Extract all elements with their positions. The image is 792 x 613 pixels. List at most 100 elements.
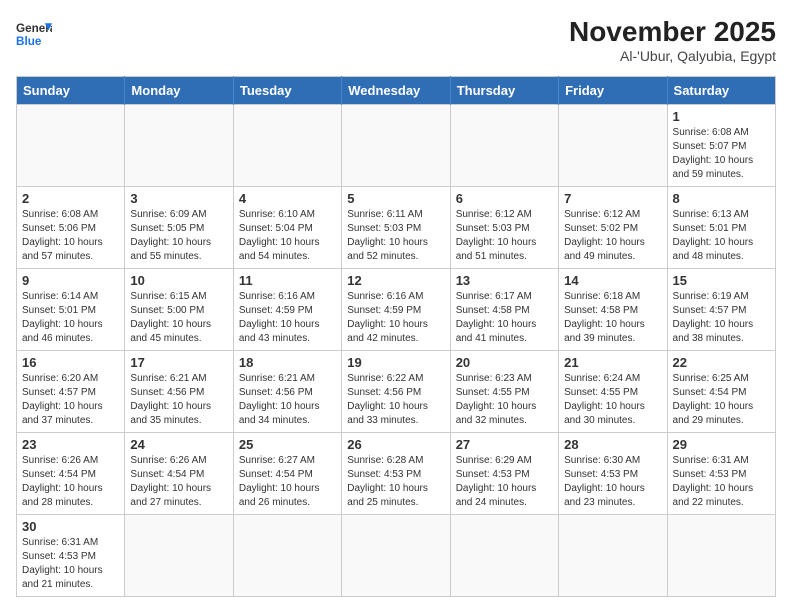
- day-number: 25: [239, 437, 336, 452]
- weekday-tuesday: Tuesday: [233, 77, 341, 105]
- day-number: 24: [130, 437, 227, 452]
- day-info: Sunrise: 6:28 AM Sunset: 4:53 PM Dayligh…: [347, 454, 444, 510]
- day-number: 15: [673, 273, 770, 288]
- day-number: 14: [564, 273, 661, 288]
- calendar-body: 1Sunrise: 6:08 AM Sunset: 5:07 PM Daylig…: [17, 105, 776, 597]
- day-number: 7: [564, 191, 661, 206]
- calendar-week-0: 1Sunrise: 6:08 AM Sunset: 5:07 PM Daylig…: [17, 105, 776, 187]
- calendar-cell: 13 Sunrise: 6:17 AM Sunset: 4:58 PM Dayli…: [450, 269, 558, 351]
- calendar-cell: [125, 515, 233, 597]
- calendar-week-4: 23 Sunrise: 6:26 AM Sunset: 4:54 PM Dayli…: [17, 433, 776, 515]
- calendar-cell: [450, 515, 558, 597]
- calendar-table: SundayMondayTuesdayWednesdayThursdayFrid…: [16, 76, 776, 597]
- calendar-cell: 6 Sunrise: 6:12 AM Sunset: 5:03 PM Daylig…: [450, 187, 558, 269]
- calendar-week-2: 9Sunrise: 6:14 AM Sunset: 5:01 PM Daylig…: [17, 269, 776, 351]
- day-number: 26: [347, 437, 444, 452]
- svg-text:Blue: Blue: [16, 35, 42, 48]
- day-number: 12: [347, 273, 444, 288]
- calendar-cell: 8Sunrise: 6:13 AM Sunset: 5:01 PM Daylig…: [667, 187, 775, 269]
- calendar-cell: [233, 105, 341, 187]
- weekday-header-row: SundayMondayTuesdayWednesdayThursdayFrid…: [17, 77, 776, 105]
- calendar-cell: 22Sunrise: 6:25 AM Sunset: 4:54 PM Dayli…: [667, 351, 775, 433]
- calendar-cell: [559, 105, 667, 187]
- day-number: 30: [22, 519, 119, 534]
- calendar-subtitle: Al-'Ubur, Qalyubia, Egypt: [569, 48, 776, 64]
- day-info: Sunrise: 6:08 AM Sunset: 5:06 PM Dayligh…: [22, 208, 119, 264]
- day-number: 19: [347, 355, 444, 370]
- page-header: General Blue November 2025 Al-'Ubur, Qal…: [16, 16, 776, 64]
- calendar-week-5: 30Sunrise: 6:31 AM Sunset: 4:53 PM Dayli…: [17, 515, 776, 597]
- calendar-cell: 5Sunrise: 6:11 AM Sunset: 5:03 PM Daylig…: [342, 187, 450, 269]
- day-number: 1: [673, 109, 770, 124]
- logo: General Blue: [16, 16, 52, 52]
- calendar-cell: 23 Sunrise: 6:26 AM Sunset: 4:54 PM Dayli…: [17, 433, 125, 515]
- title-block: November 2025 Al-'Ubur, Qalyubia, Egypt: [569, 16, 776, 64]
- day-number: 17: [130, 355, 227, 370]
- day-info: Sunrise: 6:20 AM Sunset: 4:57 PM Dayligh…: [22, 372, 119, 428]
- day-number: 11: [239, 273, 336, 288]
- day-number: 16: [22, 355, 119, 370]
- calendar-cell: [667, 515, 775, 597]
- calendar-week-1: 2 Sunrise: 6:08 AM Sunset: 5:06 PM Daylig…: [17, 187, 776, 269]
- day-info: Sunrise: 6:12 AM Sunset: 5:02 PM Dayligh…: [564, 208, 661, 264]
- day-info: Sunrise: 6:22 AM Sunset: 4:56 PM Dayligh…: [347, 372, 444, 428]
- calendar-cell: 2 Sunrise: 6:08 AM Sunset: 5:06 PM Daylig…: [17, 187, 125, 269]
- day-info: Sunrise: 6:12 AM Sunset: 5:03 PM Dayligh…: [456, 208, 553, 264]
- day-number: 18: [239, 355, 336, 370]
- calendar-cell: 17Sunrise: 6:21 AM Sunset: 4:56 PM Dayli…: [125, 351, 233, 433]
- day-info: Sunrise: 6:25 AM Sunset: 4:54 PM Dayligh…: [673, 372, 770, 428]
- day-number: 23: [22, 437, 119, 452]
- calendar-cell: 27 Sunrise: 6:29 AM Sunset: 4:53 PM Dayli…: [450, 433, 558, 515]
- day-number: 3: [130, 191, 227, 206]
- logo-icon: General Blue: [16, 16, 52, 52]
- calendar-cell: 18Sunrise: 6:21 AM Sunset: 4:56 PM Dayli…: [233, 351, 341, 433]
- calendar-cell: 14 Sunrise: 6:18 AM Sunset: 4:58 PM Dayli…: [559, 269, 667, 351]
- calendar-cell: 7 Sunrise: 6:12 AM Sunset: 5:02 PM Daylig…: [559, 187, 667, 269]
- calendar-cell: [450, 105, 558, 187]
- day-info: Sunrise: 6:31 AM Sunset: 4:53 PM Dayligh…: [673, 454, 770, 510]
- calendar-cell: 12Sunrise: 6:16 AM Sunset: 4:59 PM Dayli…: [342, 269, 450, 351]
- day-info: Sunrise: 6:29 AM Sunset: 4:53 PM Dayligh…: [456, 454, 553, 510]
- day-number: 28: [564, 437, 661, 452]
- calendar-cell: 15 Sunrise: 6:19 AM Sunset: 4:57 PM Dayli…: [667, 269, 775, 351]
- day-info: Sunrise: 6:18 AM Sunset: 4:58 PM Dayligh…: [564, 290, 661, 346]
- calendar-cell: 4Sunrise: 6:10 AM Sunset: 5:04 PM Daylig…: [233, 187, 341, 269]
- calendar-cell: 11 Sunrise: 6:16 AM Sunset: 4:59 PM Dayli…: [233, 269, 341, 351]
- day-info: Sunrise: 6:10 AM Sunset: 5:04 PM Dayligh…: [239, 208, 336, 264]
- weekday-thursday: Thursday: [450, 77, 558, 105]
- day-number: 9: [22, 273, 119, 288]
- day-info: Sunrise: 6:24 AM Sunset: 4:55 PM Dayligh…: [564, 372, 661, 428]
- day-info: Sunrise: 6:26 AM Sunset: 4:54 PM Dayligh…: [130, 454, 227, 510]
- day-number: 27: [456, 437, 553, 452]
- day-number: 21: [564, 355, 661, 370]
- day-info: Sunrise: 6:17 AM Sunset: 4:58 PM Dayligh…: [456, 290, 553, 346]
- calendar-title: November 2025: [569, 16, 776, 48]
- day-info: Sunrise: 6:19 AM Sunset: 4:57 PM Dayligh…: [673, 290, 770, 346]
- calendar-cell: 10Sunrise: 6:15 AM Sunset: 5:00 PM Dayli…: [125, 269, 233, 351]
- calendar-cell: 30Sunrise: 6:31 AM Sunset: 4:53 PM Dayli…: [17, 515, 125, 597]
- day-info: Sunrise: 6:30 AM Sunset: 4:53 PM Dayligh…: [564, 454, 661, 510]
- calendar-cell: 25 Sunrise: 6:27 AM Sunset: 4:54 PM Dayli…: [233, 433, 341, 515]
- calendar-cell: [125, 105, 233, 187]
- weekday-monday: Monday: [125, 77, 233, 105]
- day-number: 20: [456, 355, 553, 370]
- calendar-cell: 20 Sunrise: 6:23 AM Sunset: 4:55 PM Dayli…: [450, 351, 558, 433]
- day-info: Sunrise: 6:16 AM Sunset: 4:59 PM Dayligh…: [239, 290, 336, 346]
- calendar-cell: 29Sunrise: 6:31 AM Sunset: 4:53 PM Dayli…: [667, 433, 775, 515]
- day-info: Sunrise: 6:26 AM Sunset: 4:54 PM Dayligh…: [22, 454, 119, 510]
- day-number: 13: [456, 273, 553, 288]
- day-number: 8: [673, 191, 770, 206]
- calendar-cell: [342, 105, 450, 187]
- calendar-cell: 24 Sunrise: 6:26 AM Sunset: 4:54 PM Dayli…: [125, 433, 233, 515]
- day-info: Sunrise: 6:23 AM Sunset: 4:55 PM Dayligh…: [456, 372, 553, 428]
- calendar-cell: 28 Sunrise: 6:30 AM Sunset: 4:53 PM Dayli…: [559, 433, 667, 515]
- day-info: Sunrise: 6:15 AM Sunset: 5:00 PM Dayligh…: [130, 290, 227, 346]
- weekday-saturday: Saturday: [667, 77, 775, 105]
- day-number: 6: [456, 191, 553, 206]
- day-info: Sunrise: 6:27 AM Sunset: 4:54 PM Dayligh…: [239, 454, 336, 510]
- day-number: 2: [22, 191, 119, 206]
- calendar-cell: 26 Sunrise: 6:28 AM Sunset: 4:53 PM Dayli…: [342, 433, 450, 515]
- calendar-cell: [17, 105, 125, 187]
- calendar-cell: 21 Sunrise: 6:24 AM Sunset: 4:55 PM Dayli…: [559, 351, 667, 433]
- weekday-wednesday: Wednesday: [342, 77, 450, 105]
